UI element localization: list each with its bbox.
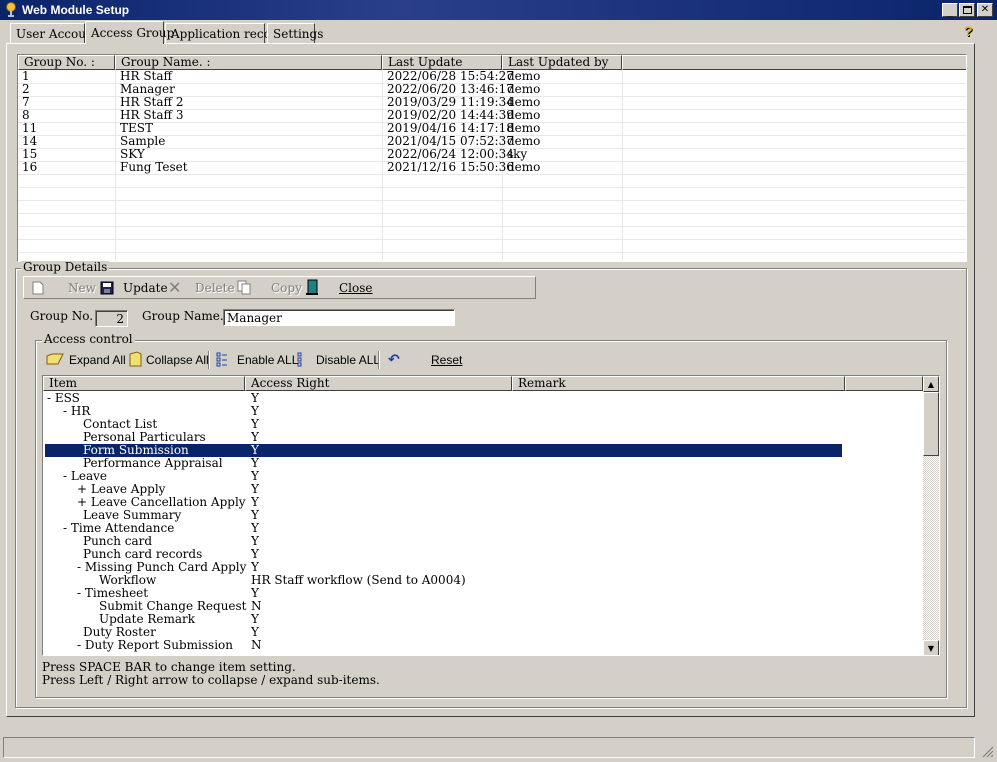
close-icon: ✕	[980, 4, 990, 15]
group-details-label: Group Details	[21, 260, 110, 274]
window-title: Web Module Setup	[22, 3, 130, 17]
groups-list[interactable]: Group No. : Group Name. : Last Update La…	[17, 54, 967, 262]
tree-item-label: - Duty Report Submission	[77, 638, 234, 652]
new-file-icon	[32, 281, 44, 295]
scroll-up-button[interactable]: ▲	[923, 376, 939, 392]
access-tree-list[interactable]: Item Access Right Remark - ESS Y - HR Y Cont…	[42, 375, 940, 656]
delete-button[interactable]: Delete	[195, 281, 235, 295]
tree-item[interactable]: - Time Attendance Y	[43, 522, 843, 535]
delete-icon: ✕	[168, 278, 182, 297]
column-header-group-no[interactable]: Group No. :	[18, 55, 115, 70]
expand-all-icon	[46, 353, 64, 365]
details-toolbar: New Update ✕ Delete Copy Close	[23, 276, 536, 299]
help-icon[interactable]: ?	[963, 23, 977, 39]
tree-item[interactable]: - ESS Y	[43, 392, 843, 405]
title-bar: Web Module Setup _ ✕	[0, 0, 997, 20]
maximize-button[interactable]	[959, 3, 975, 17]
maximize-icon	[962, 6, 972, 14]
disable-all-icon	[297, 352, 302, 367]
access-control-label: Access control	[42, 332, 135, 346]
column-header-remark[interactable]: Remark	[512, 376, 845, 391]
scroll-down-button[interactable]: ▼	[923, 640, 939, 655]
group-no-label: Group No. :	[30, 309, 101, 323]
close-window-button[interactable]: ✕	[977, 3, 993, 17]
arrow-down-icon: ▼	[927, 643, 935, 653]
group-name-input[interactable]: Manager	[223, 309, 455, 326]
enable-all-button[interactable]: Enable ALL	[237, 353, 298, 367]
column-header-group-name[interactable]: Group Name. :	[115, 55, 382, 70]
table-cell: 2021/12/16 15:50:36	[387, 160, 514, 174]
collapse-all-button[interactable]: Collapse All	[146, 353, 209, 367]
table-cell: Fung Teset	[120, 160, 188, 174]
resize-grip-icon[interactable]	[980, 744, 994, 758]
column-header-access-right[interactable]: Access Right	[245, 376, 512, 391]
tree-item[interactable]: Performance Appraisal Y	[43, 457, 843, 470]
group-name-label: Group Name. :	[142, 309, 232, 323]
copy-icon	[237, 280, 251, 295]
status-bar	[3, 737, 975, 758]
expand-all-button[interactable]: Expand All	[69, 353, 126, 367]
tree-item[interactable]: Workflow HR Staff workflow (Send to A0004…	[43, 574, 843, 587]
arrow-up-icon: ▲	[927, 379, 935, 389]
column-header-last-update[interactable]: Last Update	[382, 55, 502, 70]
access-right-value: HR Staff workflow (Send to A0004)	[251, 573, 466, 587]
tree-item[interactable]: - Duty Report Submission N	[43, 639, 843, 652]
access-right-value: N	[251, 638, 262, 652]
group-no-field: 2	[95, 310, 128, 327]
minimize-icon: _	[947, 7, 953, 18]
column-header-item[interactable]: Item	[43, 376, 245, 391]
collapse-all-icon	[129, 351, 142, 367]
table-cell: demo	[507, 160, 541, 174]
hint-space-bar: Press SPACE BAR to change item setting.	[42, 660, 296, 674]
toolbar-separator	[208, 351, 210, 369]
tree-item[interactable]: - HR Y	[43, 405, 843, 418]
hint-arrow-keys: Press Left / Right arrow to collapse / e…	[42, 673, 380, 687]
tab-settings[interactable]: Settings	[267, 23, 323, 43]
reset-button[interactable]: Reset	[431, 353, 462, 367]
enable-all-icon	[216, 352, 227, 367]
column-header-filler	[845, 376, 923, 391]
scrollbar-thumb[interactable]	[923, 392, 939, 456]
disable-all-button[interactable]: Disable ALL	[316, 353, 380, 367]
undo-icon: ↶	[388, 351, 400, 367]
tab-application-records[interactable]: Application records	[165, 23, 290, 43]
column-header-filler	[622, 55, 966, 70]
tab-access-group[interactable]: Access Group	[85, 21, 174, 44]
table-row[interactable]: 16 Fung Teset 2021/12/16 15:50:36 demo	[18, 160, 966, 174]
save-icon	[100, 281, 114, 295]
tree-item[interactable]: Update Remark Y	[43, 613, 843, 626]
exit-door-icon	[306, 279, 318, 295]
close-button[interactable]: Close	[339, 281, 373, 295]
tab-user-account[interactable]: User Account	[10, 23, 99, 43]
table-cell: 16	[22, 160, 38, 174]
copy-button[interactable]: Copy	[271, 281, 302, 295]
column-header-last-updated-by[interactable]: Last Updated by	[502, 55, 622, 70]
minimize-button[interactable]: _	[942, 3, 958, 18]
toolbar-separator	[378, 351, 380, 369]
new-button[interactable]: New	[68, 281, 96, 295]
app-icon	[6, 2, 16, 17]
update-button[interactable]: Update	[123, 281, 168, 295]
